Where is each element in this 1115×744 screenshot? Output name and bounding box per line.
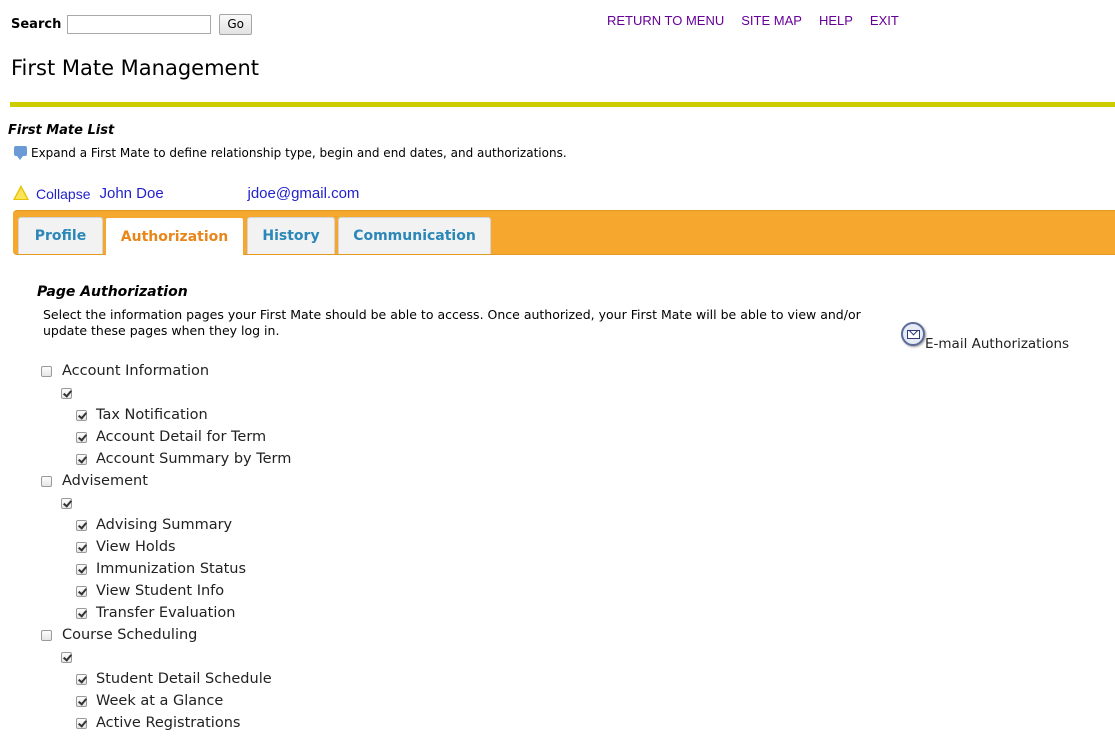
list-item: View Holds <box>40 536 291 558</box>
item-label: Tax Notification <box>96 407 208 423</box>
page-title: First Mate Management <box>11 56 260 80</box>
item-label: Student Detail Schedule <box>96 671 272 687</box>
item-checkbox[interactable] <box>76 673 87 685</box>
item-label: View Holds <box>96 539 176 555</box>
group-account-information: Account Information <box>40 360 291 382</box>
select-all-checkbox[interactable] <box>61 651 72 663</box>
select-all-row <box>40 382 291 404</box>
page-authorization-title: Page Authorization <box>37 284 188 300</box>
group-checkbox[interactable] <box>41 365 52 377</box>
warning-icon <box>13 185 29 200</box>
header-divider <box>10 102 1115 107</box>
item-label: Transfer Evaluation <box>96 605 236 621</box>
group-advisement: Advisement <box>40 470 291 492</box>
group-label: Course Scheduling <box>62 627 198 643</box>
item-label: Account Summary by Term <box>96 451 292 467</box>
help-link[interactable]: HELP <box>819 13 853 28</box>
mate-name: John Doe <box>99 185 164 202</box>
mate-email: jdoe@gmail.com <box>247 185 360 202</box>
go-button[interactable]: Go <box>219 13 252 35</box>
page-authorization-description: Select the information pages your First … <box>43 307 861 338</box>
list-item: Transfer Evaluation <box>40 602 291 624</box>
tab-communication[interactable]: Communication <box>338 217 491 254</box>
tab-profile[interactable]: Profile <box>18 217 103 254</box>
select-all-checkbox[interactable] <box>61 497 72 509</box>
list-item: Account Detail for Term <box>40 426 291 448</box>
group-course-scheduling: Course Scheduling <box>40 624 291 646</box>
group-checkbox[interactable] <box>41 629 52 641</box>
list-item: Advising Summary <box>40 514 291 536</box>
item-checkbox[interactable] <box>76 453 87 465</box>
tab-history[interactable]: History <box>247 217 335 254</box>
item-checkbox[interactable] <box>76 585 87 597</box>
search-bar: Search Go <box>11 12 252 36</box>
item-label: View Student Info <box>96 583 225 599</box>
list-item: Active Registrations <box>40 712 291 734</box>
list-item: Tax Notification <box>40 404 291 426</box>
email-authorizations-link[interactable]: E-mail Authorizations <box>901 322 1069 352</box>
email-authorizations-label[interactable]: E-mail Authorizations <box>925 336 1069 352</box>
group-label: Advisement <box>62 473 148 489</box>
item-label: Immunization Status <box>96 561 247 577</box>
item-checkbox[interactable] <box>76 563 87 575</box>
item-checkbox[interactable] <box>76 717 87 729</box>
list-item: View Student Info <box>40 580 291 602</box>
exit-link[interactable]: EXIT <box>870 13 899 28</box>
first-mate-row: Collapse John Doe jdoe@gmail.com <box>13 185 359 202</box>
list-item: Student Detail Schedule <box>40 668 291 690</box>
list-item: Immunization Status <box>40 558 291 580</box>
item-label: Active Registrations <box>96 715 241 731</box>
group-checkbox[interactable] <box>41 475 52 487</box>
search-input[interactable] <box>67 14 212 34</box>
group-label: Account Information <box>62 363 210 379</box>
item-checkbox[interactable] <box>76 519 87 531</box>
info-message: Expand a First Mate to define relationsh… <box>14 146 567 160</box>
info-text: Expand a First Mate to define relationsh… <box>31 146 567 160</box>
tab-bar: Profile Authorization History Communicat… <box>13 210 1115 255</box>
first-mate-list-title: First Mate List <box>8 123 115 138</box>
email-icon[interactable] <box>901 322 925 346</box>
item-checkbox[interactable] <box>76 409 87 421</box>
authorization-tree: Account Information Tax Notification Acc… <box>40 360 291 734</box>
speech-bubble-icon <box>14 146 27 160</box>
select-all-row <box>40 492 291 514</box>
collapse-link[interactable]: Collapse <box>36 186 90 202</box>
select-all-checkbox[interactable] <box>61 387 72 399</box>
item-label: Week at a Glance <box>96 693 224 709</box>
item-checkbox[interactable] <box>76 695 87 707</box>
search-label: Search <box>11 16 62 32</box>
item-label: Account Detail for Term <box>96 429 267 445</box>
list-item: Week at a Glance <box>40 690 291 712</box>
item-label: Advising Summary <box>96 517 233 533</box>
return-to-menu-link[interactable]: RETURN TO MENU <box>607 13 724 28</box>
item-checkbox[interactable] <box>76 541 87 553</box>
list-item: Account Summary by Term <box>40 448 291 470</box>
item-checkbox[interactable] <box>76 431 87 443</box>
top-nav: RETURN TO MENU SITE MAP HELP EXIT <box>607 13 916 28</box>
tab-authorization[interactable]: Authorization <box>105 217 244 255</box>
select-all-row <box>40 646 291 668</box>
item-checkbox[interactable] <box>76 607 87 619</box>
site-map-link[interactable]: SITE MAP <box>741 13 802 28</box>
